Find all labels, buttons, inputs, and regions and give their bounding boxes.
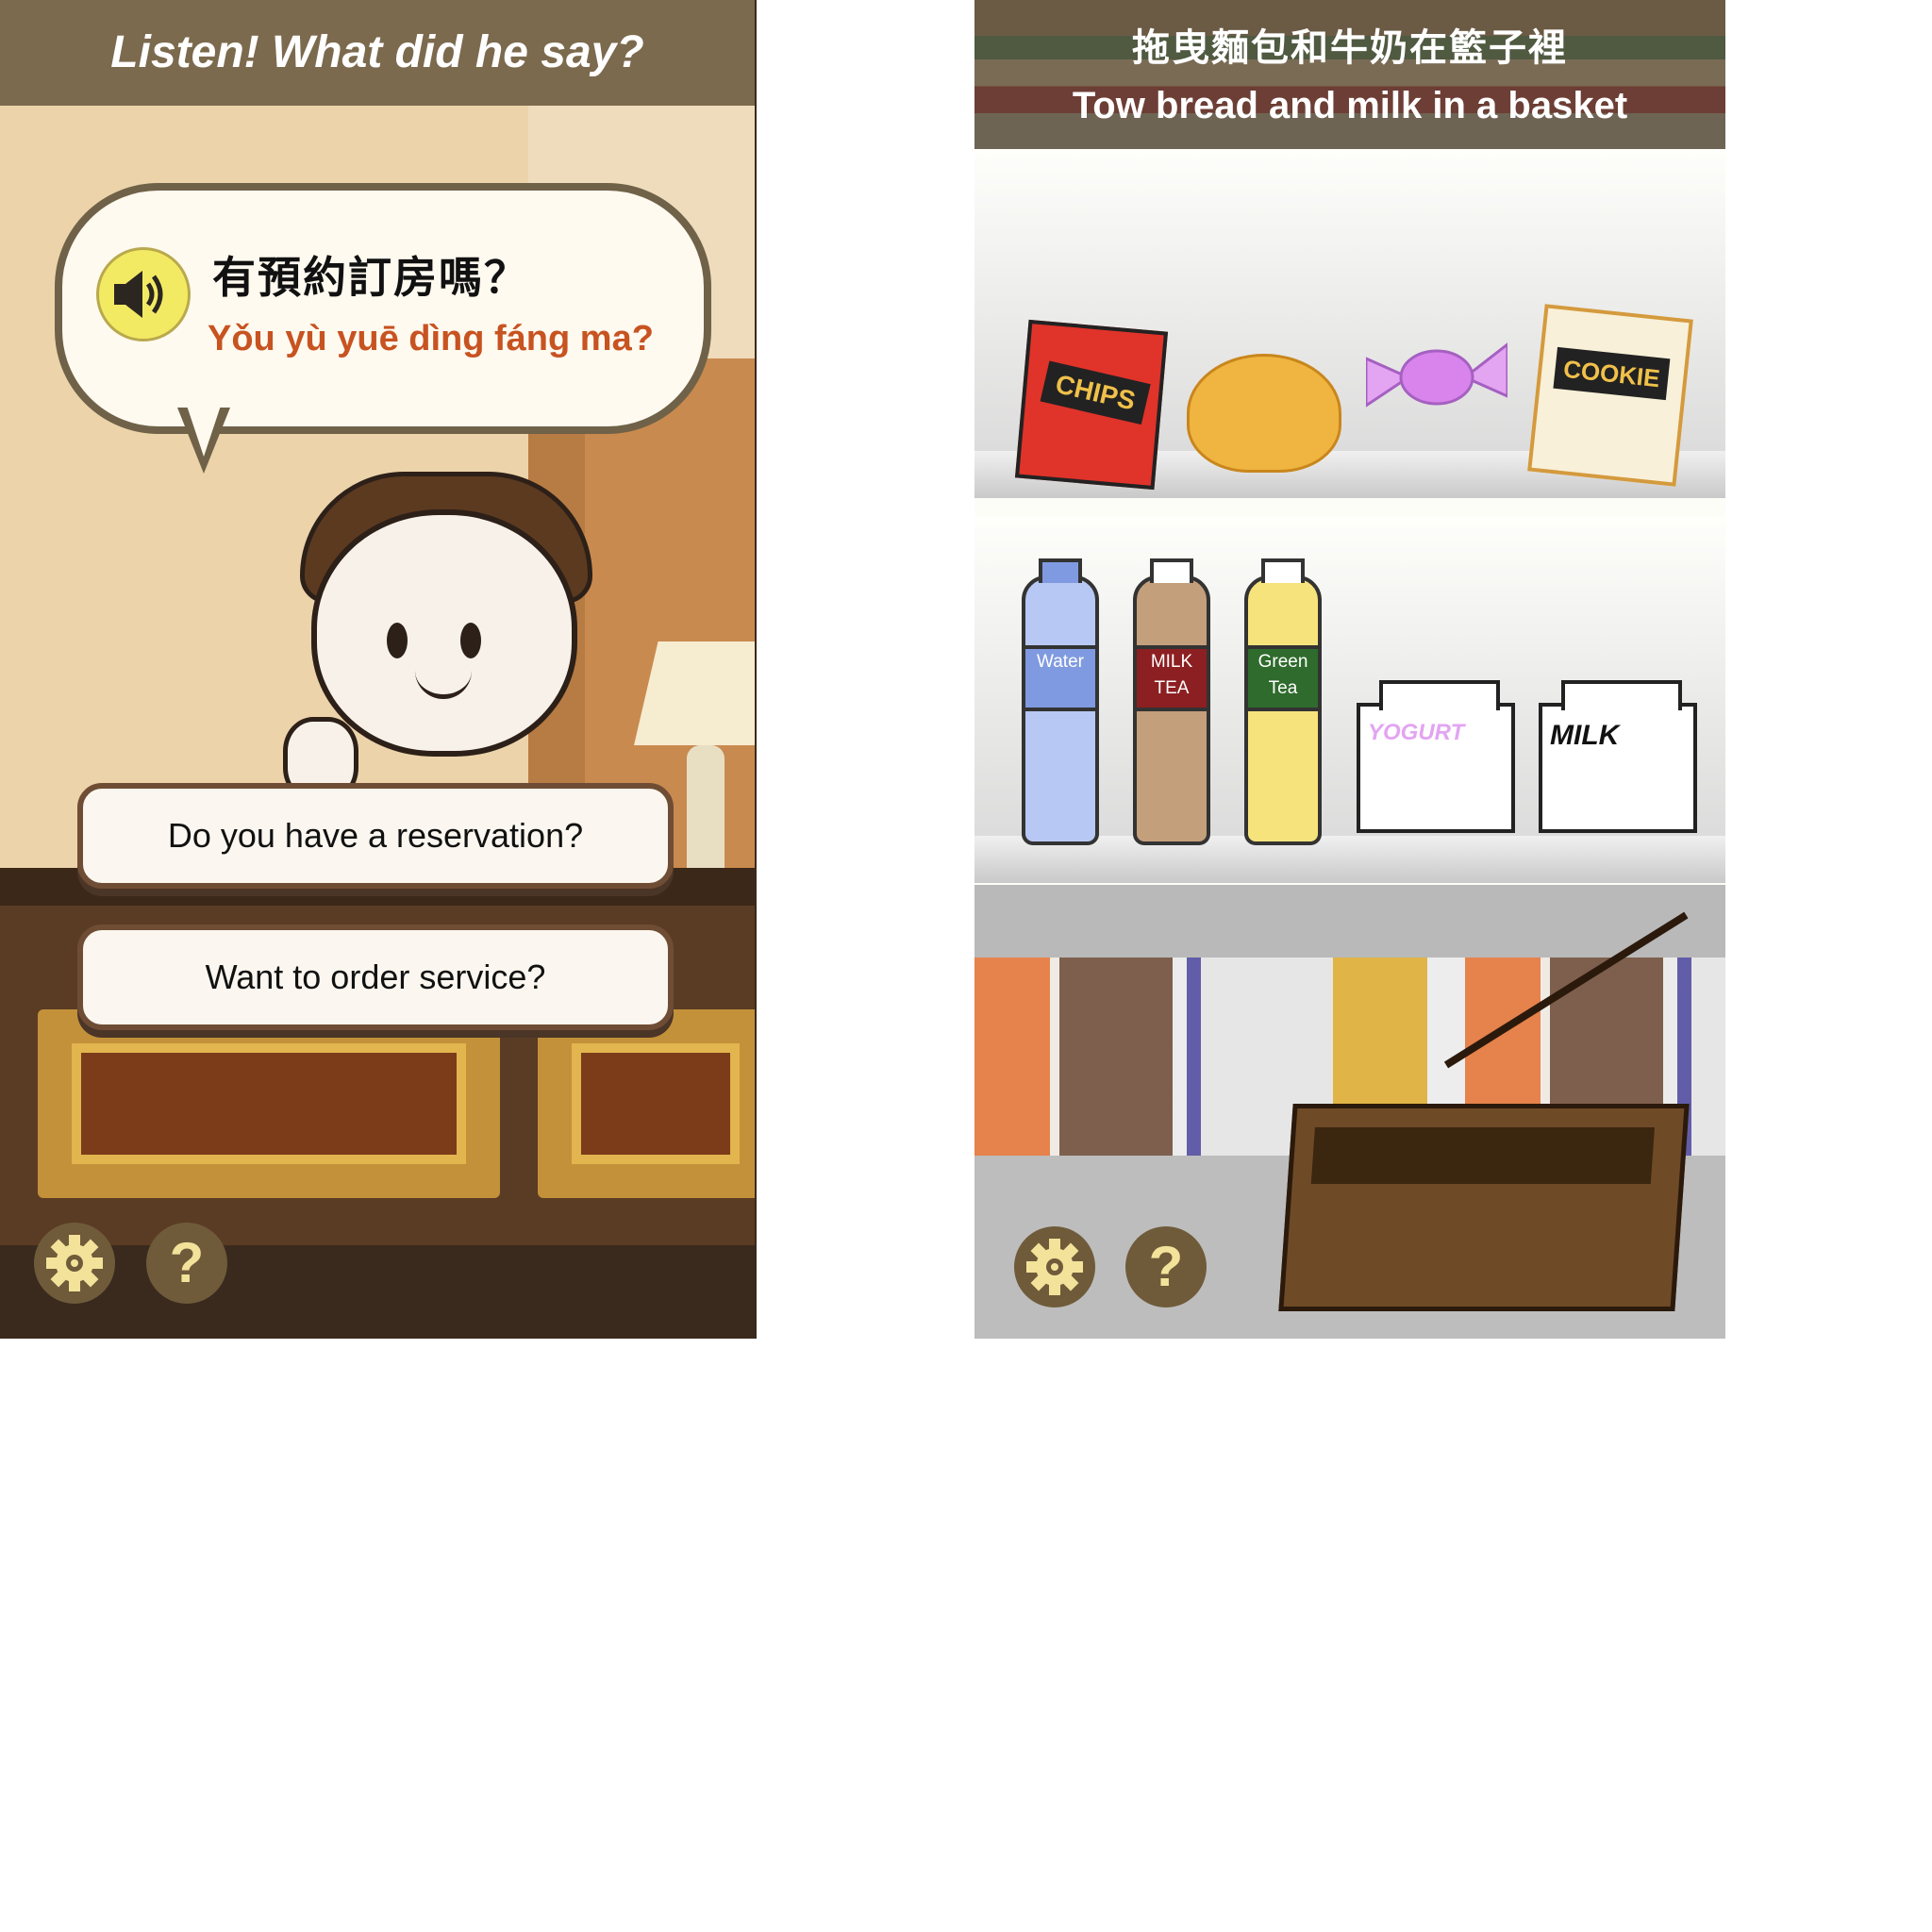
milk-label: MILK xyxy=(1550,720,1620,751)
instruction-english: Tow bread and milk in a basket xyxy=(1072,85,1628,126)
help-button[interactable]: ? xyxy=(146,1223,227,1304)
gear-icon xyxy=(46,1235,103,1291)
counter-panel xyxy=(38,1009,500,1198)
store-drag-screen: 拖曳麵包和牛奶在籃子裡 Tow bread and milk in a bask… xyxy=(974,0,1725,1339)
cookie-item[interactable]: COOKIE xyxy=(1527,304,1693,487)
water-label: Water xyxy=(1022,645,1099,711)
receptionist-eye-right xyxy=(460,623,481,658)
help-button[interactable]: ? xyxy=(1125,1226,1207,1307)
answer-button-reservation[interactable]: Do you have a reservation? xyxy=(77,783,674,889)
chips-label: CHIPS xyxy=(1040,360,1151,425)
water-bottle-item[interactable]: Water xyxy=(1022,558,1099,845)
instruction-header: 拖曳麵包和牛奶在籃子裡 Tow bread and milk in a bask… xyxy=(974,0,1725,149)
lamp-base xyxy=(687,745,724,887)
cookie-label: COOKIE xyxy=(1553,346,1671,401)
milk-tea-bottle-item[interactable]: MILK TEA xyxy=(1133,558,1210,845)
question-pinyin: Yǒu yù yuē dìng fáng ma? xyxy=(208,319,654,358)
answer-button-order-service[interactable]: Want to order service? xyxy=(77,924,674,1030)
question-chinese: 有預約訂房嗎？ xyxy=(212,253,529,302)
milk-tea-label: MILK TEA xyxy=(1133,645,1210,711)
yogurt-label: YOGURT xyxy=(1368,720,1465,745)
receptionist-face xyxy=(311,509,577,757)
green-tea-label: Green Tea xyxy=(1244,645,1322,711)
milk-carton-item[interactable]: MILK xyxy=(1539,680,1697,833)
instruction-chinese: 拖曳麵包和牛奶在籃子裡 xyxy=(1132,27,1568,69)
bread-item[interactable] xyxy=(1187,354,1341,473)
speaker-icon[interactable] xyxy=(96,247,191,341)
receptionist-eye-left xyxy=(387,623,408,658)
gear-icon xyxy=(1026,1239,1083,1295)
help-icon: ? xyxy=(1148,1235,1184,1298)
counter-panel xyxy=(538,1009,755,1198)
candy-item[interactable] xyxy=(1364,340,1509,415)
chips-item[interactable]: CHIPS xyxy=(1014,319,1169,491)
green-tea-bottle-item[interactable]: Green Tea xyxy=(1244,558,1322,845)
settings-button[interactable] xyxy=(34,1223,115,1304)
settings-button[interactable] xyxy=(1014,1226,1095,1307)
help-icon: ? xyxy=(169,1231,205,1294)
shopping-basket-drop-target[interactable] xyxy=(1278,1104,1690,1311)
hotel-listening-screen: Listen! What did he say? 有預約訂房嗎？ Yǒu yù … xyxy=(0,0,757,1339)
page-title: Listen! What did he say? xyxy=(0,0,755,106)
yogurt-carton-item[interactable]: YOGURT xyxy=(1357,680,1515,833)
